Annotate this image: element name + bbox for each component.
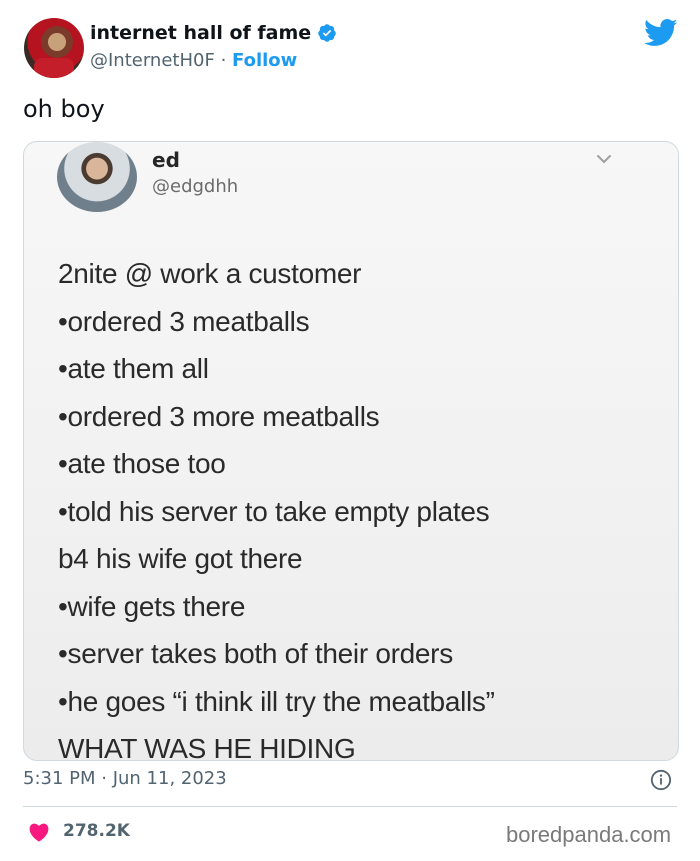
tweet-header: internet hall of fame @InternetH0F · Fol… xyxy=(0,0,700,90)
embedded-tweet-text: 2nite @ work a customer •ordered 3 meatb… xyxy=(58,250,495,761)
follow-button[interactable]: Follow xyxy=(232,50,297,71)
verified-badge-icon xyxy=(318,24,336,42)
info-icon[interactable] xyxy=(650,769,672,791)
tweet-timestamp[interactable]: 5:31 PM · Jun 11, 2023 xyxy=(23,768,227,789)
embedded-text-line: •he goes “i think ill try the meatballs” xyxy=(58,685,495,717)
embedded-text-line: •wife gets there xyxy=(58,590,246,622)
embedded-text-line: •ate those too xyxy=(58,448,226,479)
author-handle[interactable]: @InternetH0F xyxy=(90,50,215,71)
embedded-text-line: •ordered 3 meatballs xyxy=(58,305,310,337)
author-name-row: internet hall of fame xyxy=(90,22,337,44)
tweet-text: oh boy xyxy=(23,95,105,123)
heart-icon[interactable] xyxy=(28,822,50,842)
embedded-avatar xyxy=(57,142,137,212)
embedded-author-handle: @edgdhh xyxy=(152,176,239,197)
author-avatar[interactable] xyxy=(24,18,84,78)
author-handle-row: @InternetH0F · Follow xyxy=(90,50,297,71)
embedded-text-line: •ordered 3 more meatballs xyxy=(58,400,380,432)
like-count[interactable]: 278.2K xyxy=(63,821,130,841)
handle-separator: · xyxy=(220,50,227,71)
embedded-text-line: •ate them all xyxy=(58,353,209,384)
embedded-author-name: ed xyxy=(152,148,180,172)
embedded-text-line: •server takes both of their orders xyxy=(58,638,453,669)
chevron-down-icon xyxy=(597,155,611,164)
divider xyxy=(23,806,677,807)
embedded-tweet-image[interactable]: ed @edgdhh 2nite @ work a customer •orde… xyxy=(23,141,679,761)
embedded-text-line: •told his server to take empty plates xyxy=(58,495,490,527)
twitter-bird-icon[interactable] xyxy=(644,18,678,48)
embedded-text-line: 2nite @ work a customer xyxy=(58,258,362,289)
embedded-text-line: WHAT WAS HE HIDING xyxy=(58,733,356,761)
watermark: boredpanda.com xyxy=(506,822,672,847)
embedded-text-line: b4 his wife got there xyxy=(58,543,303,574)
author-name[interactable]: internet hall of fame xyxy=(90,22,311,44)
